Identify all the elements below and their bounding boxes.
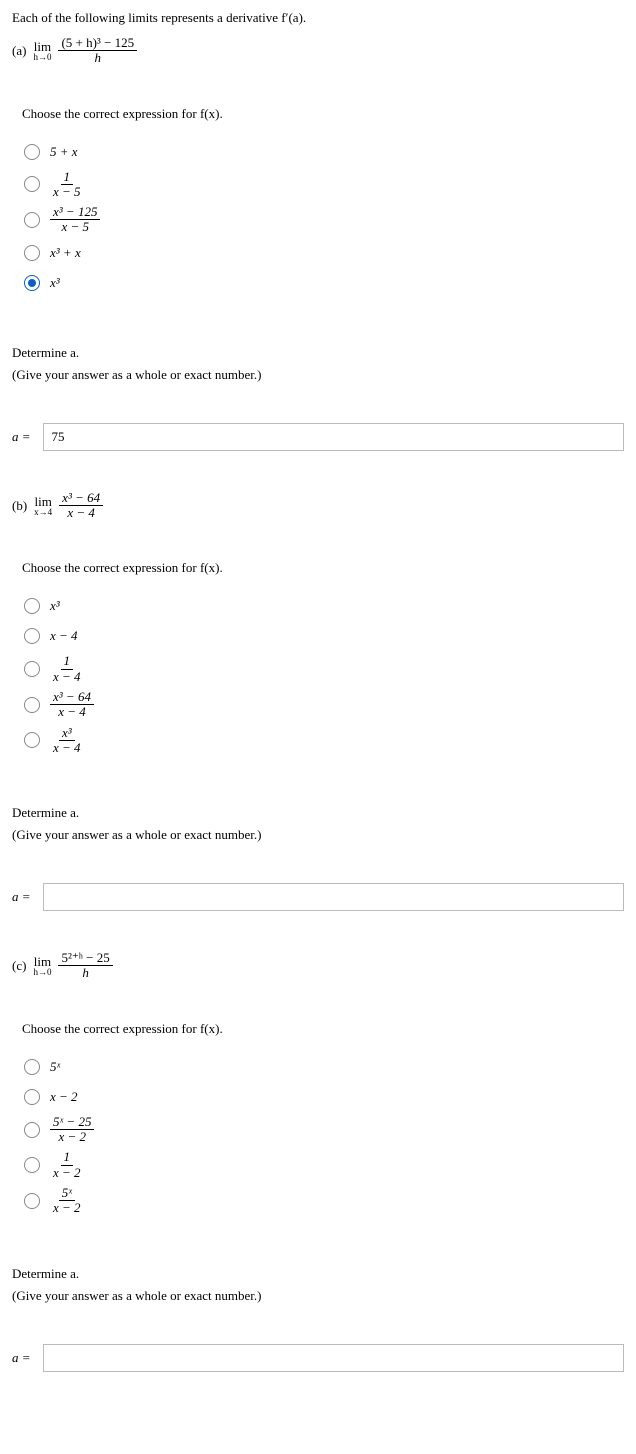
option-label: x³ x − 4 [50,726,84,756]
lim-den: h [92,51,105,65]
answer-input-a[interactable] [43,423,624,451]
radio-icon[interactable] [24,245,40,261]
option-label: 1 x − 4 [50,654,84,684]
option-label: 5ˣ − 25 x − 2 [50,1115,94,1145]
part-a-label: (a) [12,43,26,59]
part-a-limit: (a) lim h→0 (5 + h)³ − 125 h [12,36,624,66]
intro-text: Each of the following limits represents … [12,10,624,26]
option-label: x − 2 [50,1089,78,1105]
lim-num: (5 + h)³ − 125 [58,36,137,51]
option-a-4[interactable]: x³ + x [24,241,624,265]
option-label: 1 x − 5 [50,170,84,200]
part-b-determine-title: Determine a. [12,805,624,821]
radio-icon[interactable] [24,212,40,228]
option-c-3[interactable]: 5ˣ − 25 x − 2 [24,1115,624,1145]
option-a-3[interactable]: x³ − 125 x − 5 [24,205,624,235]
part-c-determine-note: (Give your answer as a whole or exact nu… [12,1288,624,1304]
part-a-determine-note: (Give your answer as a whole or exact nu… [12,367,624,383]
option-label: x³ + x [50,245,81,261]
part-b-limit: (b) lim x→4 x³ − 64 x − 4 [12,491,624,521]
lim-sub: h→0 [33,53,51,62]
option-a-2[interactable]: 1 x − 5 [24,170,624,200]
option-a-5[interactable]: x³ [24,271,624,295]
part-c-limit: (c) lim h→0 5²⁺ʰ − 25 h [12,951,624,981]
answer-label-a: a = [12,429,31,445]
radio-icon[interactable] [24,1193,40,1209]
answer-input-c[interactable] [43,1344,624,1372]
answer-label-c: a = [12,1350,31,1366]
option-b-3[interactable]: 1 x − 4 [24,654,624,684]
option-c-4[interactable]: 1 x − 2 [24,1150,624,1180]
radio-icon[interactable] [24,275,40,291]
radio-icon[interactable] [24,661,40,677]
radio-icon[interactable] [24,1089,40,1105]
radio-icon[interactable] [24,598,40,614]
option-b-2[interactable]: x − 4 [24,624,624,648]
lim-text: lim [35,495,52,508]
lim-den: h [79,966,92,980]
part-b-choose-prompt: Choose the correct expression for f(x). [22,560,624,576]
lim-num: x³ − 64 [59,491,103,506]
radio-icon[interactable] [24,144,40,160]
radio-icon[interactable] [24,1157,40,1173]
option-label: x³ [50,275,60,291]
part-c-determine-title: Determine a. [12,1266,624,1282]
radio-icon[interactable] [24,697,40,713]
option-label: x³ [50,598,60,614]
part-b-options: x³ x − 4 1 x − 4 x³ − 64 x − 4 x³ x − 4 [24,594,624,755]
option-c-2[interactable]: x − 2 [24,1085,624,1109]
radio-icon[interactable] [24,628,40,644]
part-a-determine-title: Determine a. [12,345,624,361]
option-b-1[interactable]: x³ [24,594,624,618]
part-b-label: (b) [12,498,27,514]
radio-icon[interactable] [24,176,40,192]
radio-icon[interactable] [24,732,40,748]
lim-den: x − 4 [64,506,98,520]
part-c-options: 5ˣ x − 2 5ˣ − 25 x − 2 1 x − 2 5ˣ x − 2 [24,1055,624,1216]
option-label: 5ˣ x − 2 [50,1186,84,1216]
option-label: x³ − 64 x − 4 [50,690,94,720]
option-label: x − 4 [50,628,78,644]
option-label: 1 x − 2 [50,1150,84,1180]
lim-sub: x→4 [34,508,52,517]
radio-icon[interactable] [24,1122,40,1138]
lim-text: lim [34,955,51,968]
part-b-determine-note: (Give your answer as a whole or exact nu… [12,827,624,843]
option-b-5[interactable]: x³ x − 4 [24,726,624,756]
lim-text: lim [34,40,51,53]
option-label: 5 + x [50,144,78,160]
answer-label-b: a = [12,889,31,905]
part-a-choose-prompt: Choose the correct expression for f(x). [22,106,624,122]
option-a-1[interactable]: 5 + x [24,140,624,164]
option-c-5[interactable]: 5ˣ x − 2 [24,1186,624,1216]
answer-input-b[interactable] [43,883,624,911]
lim-sub: h→0 [33,968,51,977]
option-c-1[interactable]: 5ˣ [24,1055,624,1079]
option-label: x³ − 125 x − 5 [50,205,100,235]
option-b-4[interactable]: x³ − 64 x − 4 [24,690,624,720]
radio-icon[interactable] [24,1059,40,1075]
part-c-choose-prompt: Choose the correct expression for f(x). [22,1021,624,1037]
part-a-options: 5 + x 1 x − 5 x³ − 125 x − 5 x³ + x x³ [24,140,624,295]
part-c-label: (c) [12,958,26,974]
lim-num: 5²⁺ʰ − 25 [58,951,112,966]
option-label: 5ˣ [50,1059,60,1075]
